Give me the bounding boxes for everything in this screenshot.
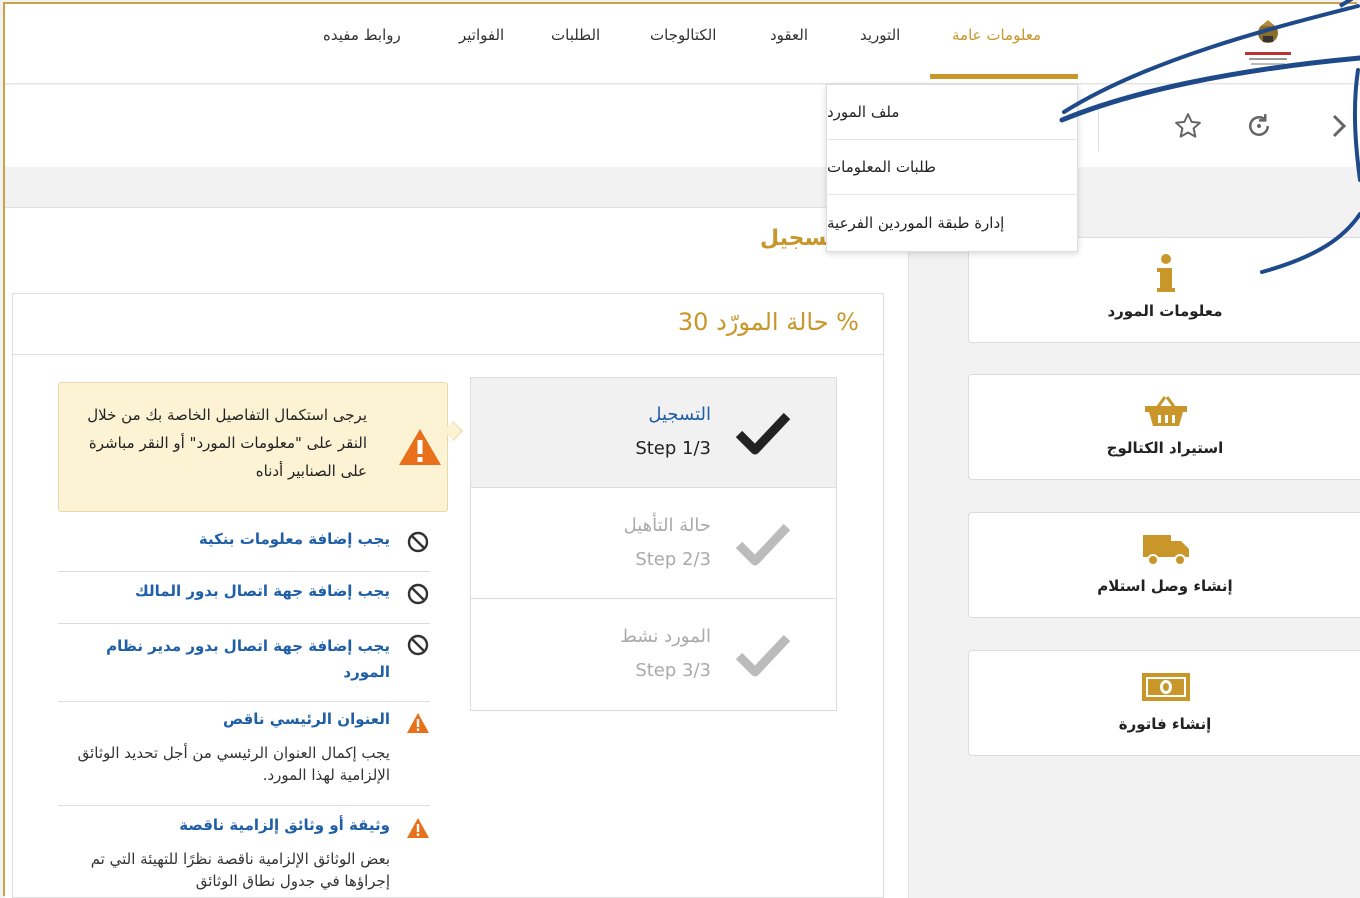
blocked-icon — [407, 531, 429, 553]
create-invoice-card[interactable]: إنشاء فاتورة — [968, 650, 1360, 756]
import-catalog-card[interactable]: استيراد الكتالوج — [968, 374, 1360, 480]
step-name: التسجيل — [648, 404, 711, 425]
status-panel-header: % حالة المورّد 30 — [13, 294, 883, 355]
requirement-link[interactable]: يجب إضافة معلومات بنكية — [199, 530, 390, 548]
step-name: حالة التأهيل — [623, 515, 711, 536]
create-receipt-card[interactable]: إنشاء وصل استلام — [968, 512, 1360, 618]
nav-invoices[interactable]: الفواتير — [459, 26, 504, 44]
card-label: معلومات المورد — [1107, 302, 1223, 320]
card-label: إنشاء فاتورة — [1118, 715, 1212, 733]
step-registration[interactable]: التسجيل Step 1/3 — [471, 378, 836, 488]
requirement-item: وثيقة أو وثائق إلزامية ناقصة بعض الوثائق… — [58, 806, 430, 898]
top-navigation: روابط مفيده الفواتير الطلبات الكتالوجات … — [5, 4, 1360, 84]
check-icon — [735, 523, 791, 566]
menu-item-info-requests[interactable]: طلبات المعلومات — [827, 140, 1077, 195]
toolbar — [5, 85, 1360, 167]
nav-orders[interactable]: الطلبات — [551, 26, 600, 44]
requirement-description: بعض الوثائق الإلزامية ناقصة نظرًا للتهيئ… — [90, 850, 390, 890]
step-number: Step 1/3 — [635, 438, 711, 459]
chevron-right-icon[interactable] — [1322, 109, 1356, 143]
supplier-info-card[interactable]: معلومات المورد — [968, 237, 1360, 343]
truck-icon — [1139, 529, 1193, 569]
requirement-item: يجب إضافة جهة اتصال بدور المالك — [58, 572, 430, 624]
notice-text: يرجى استكمال التفاصيل الخاصة بك من خلال … — [87, 406, 367, 480]
requirement-item: يجب إضافة معلومات بنكية — [58, 524, 430, 572]
requirement-title: وثيقة أو وثائق إلزامية ناقصة — [179, 816, 390, 834]
money-icon — [1139, 667, 1193, 707]
toolbar-divider — [1098, 103, 1099, 151]
check-icon — [735, 412, 791, 455]
requirement-link[interactable]: يجب إضافة جهة اتصال بدور المالك — [135, 582, 390, 600]
registration-steps: التسجيل Step 1/3 حالة التأهيل Step 2/3 ا… — [470, 377, 837, 711]
requirement-description: يجب إكمال العنوان الرئيسي من أجل تحديد ا… — [77, 744, 390, 784]
requirement-link[interactable]: يجب إضافة جهة اتصال بدور مدير نظام المور… — [80, 633, 390, 685]
refresh-icon[interactable] — [1242, 109, 1276, 143]
nav-useful-links[interactable]: روابط مفيده — [323, 26, 401, 44]
warning-icon — [407, 713, 429, 733]
step-qualification[interactable]: حالة التأهيل Step 2/3 — [471, 489, 836, 599]
completion-notice: يرجى استكمال التفاصيل الخاصة بك من خلال … — [58, 382, 448, 512]
card-label: إنشاء وصل استلام — [1097, 577, 1233, 595]
nav-catalogs[interactable]: الكتالوجات — [650, 26, 716, 44]
nav-supply[interactable]: التوريد — [860, 26, 900, 44]
requirement-item: العنوان الرئيسي ناقص يجب إكمال العنوان ا… — [58, 702, 430, 806]
nav-contracts[interactable]: العقود — [770, 26, 808, 44]
nav-general-info[interactable]: معلومات عامة — [952, 26, 1041, 44]
step-number: Step 2/3 — [635, 549, 711, 570]
info-icon — [1139, 254, 1193, 294]
step-number: Step 3/3 — [635, 660, 711, 681]
ministry-logo — [1245, 20, 1291, 65]
card-label: استيراد الكتالوج — [1106, 439, 1224, 457]
star-icon[interactable] — [1171, 109, 1205, 143]
step-supplier-active[interactable]: المورد نشط Step 3/3 — [471, 600, 836, 710]
basket-icon — [1139, 391, 1193, 431]
warning-icon — [399, 429, 441, 465]
blocked-icon — [407, 634, 429, 656]
requirement-title: العنوان الرئيسي ناقص — [222, 710, 390, 728]
menu-item-supplier-profile[interactable]: ملف المورد — [827, 85, 1077, 140]
requirement-item: يجب إضافة جهة اتصال بدور مدير نظام المور… — [58, 624, 430, 702]
step-name: المورد نشط — [620, 626, 711, 647]
status-title: % حالة المورّد 30 — [677, 308, 859, 336]
page-title: تسجيل — [760, 226, 836, 251]
blocked-icon — [407, 583, 429, 605]
warning-icon — [407, 818, 429, 838]
check-icon — [735, 634, 791, 677]
active-nav-indicator — [930, 74, 1078, 79]
general-info-dropdown: ملف المورد طلبات المعلومات إدارة طبقة ال… — [826, 84, 1078, 252]
menu-item-sub-supplier-tier[interactable]: إدارة طبقة الموردين الفرعية — [827, 195, 1077, 250]
